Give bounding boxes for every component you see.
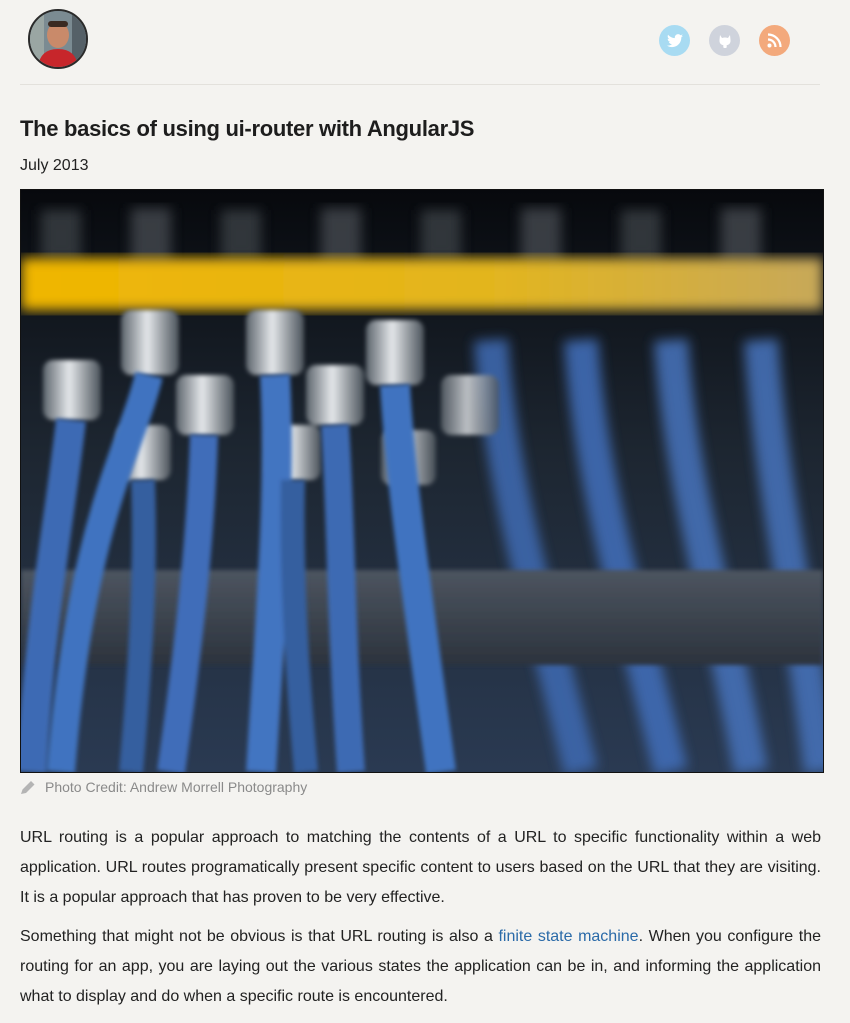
github-icon [718, 34, 731, 48]
twitter-icon [666, 33, 683, 47]
photo-credit-text: Photo Credit: Andrew Morrell Photography [45, 779, 308, 795]
paragraph-2: Something that might not be obvious is t… [20, 922, 821, 1012]
paragraph-1: URL routing is a popular approach to mat… [20, 829, 821, 906]
post-date: July 2013 [20, 157, 89, 174]
rss-link[interactable] [759, 25, 790, 56]
twitter-link[interactable] [659, 25, 690, 56]
site-header [0, 0, 850, 84]
author-avatar[interactable] [28, 9, 88, 69]
finite-state-machine-link[interactable]: finite state machine [498, 928, 638, 945]
github-link[interactable] [709, 25, 740, 56]
network-cables-photo [21, 190, 823, 772]
photo-credit: Photo Credit: Andrew Morrell Photography [20, 779, 307, 795]
post-title[interactable]: The basics of using ui-router with Angul… [20, 116, 474, 142]
post-hero-image [20, 189, 824, 773]
avatar-photo [30, 11, 86, 67]
pencil-icon [21, 780, 35, 794]
paragraph-2-text-before: Something that might not be obvious is t… [20, 928, 499, 945]
rss-icon [767, 33, 782, 48]
header-divider [20, 84, 820, 85]
